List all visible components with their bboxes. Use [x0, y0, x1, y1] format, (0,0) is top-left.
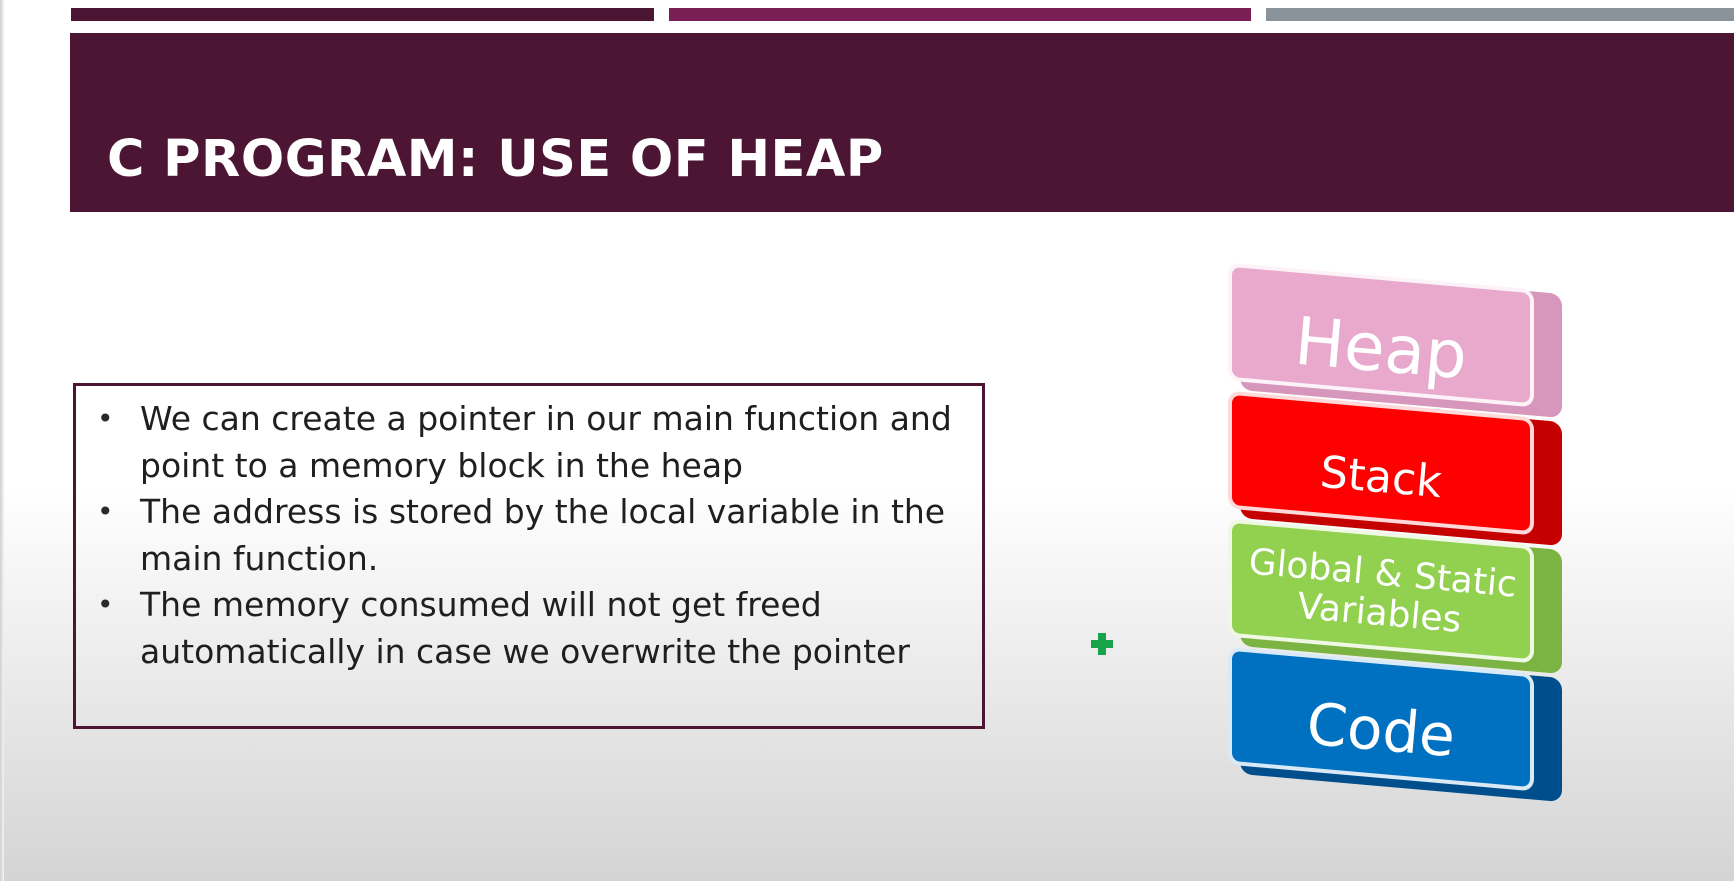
bullet-text: The address is stored by the local varia…: [140, 492, 946, 578]
slide-title: C PROGRAM: USE OF HEAP: [107, 130, 884, 189]
bullet-item-memory: • The memory consumed will not get freed…: [92, 582, 972, 675]
bullet-item-pointer: • We can create a pointer in our main fu…: [92, 396, 972, 489]
stack-block: Stack: [1228, 390, 1562, 547]
window-left-edge: [0, 0, 4, 881]
heap-block: Heap: [1228, 262, 1562, 419]
bullet-marker: •: [97, 495, 114, 528]
global-static-block: Global & Static Variables: [1228, 518, 1562, 675]
bullet-marker: •: [97, 588, 114, 621]
accent-bar-magenta: [669, 8, 1251, 21]
bullet-text: We can create a pointer in our main func…: [140, 399, 952, 485]
bullet-item-address: • The address is stored by the local var…: [92, 489, 972, 582]
accent-bar-gray: [1266, 8, 1734, 21]
memory-layout-diagram: Code Global & Static Variables Stack Hea…: [1220, 262, 1562, 840]
bullet-text: The memory consumed will not get freed a…: [140, 585, 910, 671]
bullet-list: • We can create a pointer in our main fu…: [92, 396, 972, 675]
accent-bar-dark-plum: [71, 8, 654, 21]
bullet-marker: •: [97, 402, 114, 435]
bullet-content-box: • We can create a pointer in our main fu…: [73, 383, 985, 729]
plus-cursor-icon: [1091, 633, 1113, 655]
code-segment-block: Code: [1228, 646, 1562, 803]
